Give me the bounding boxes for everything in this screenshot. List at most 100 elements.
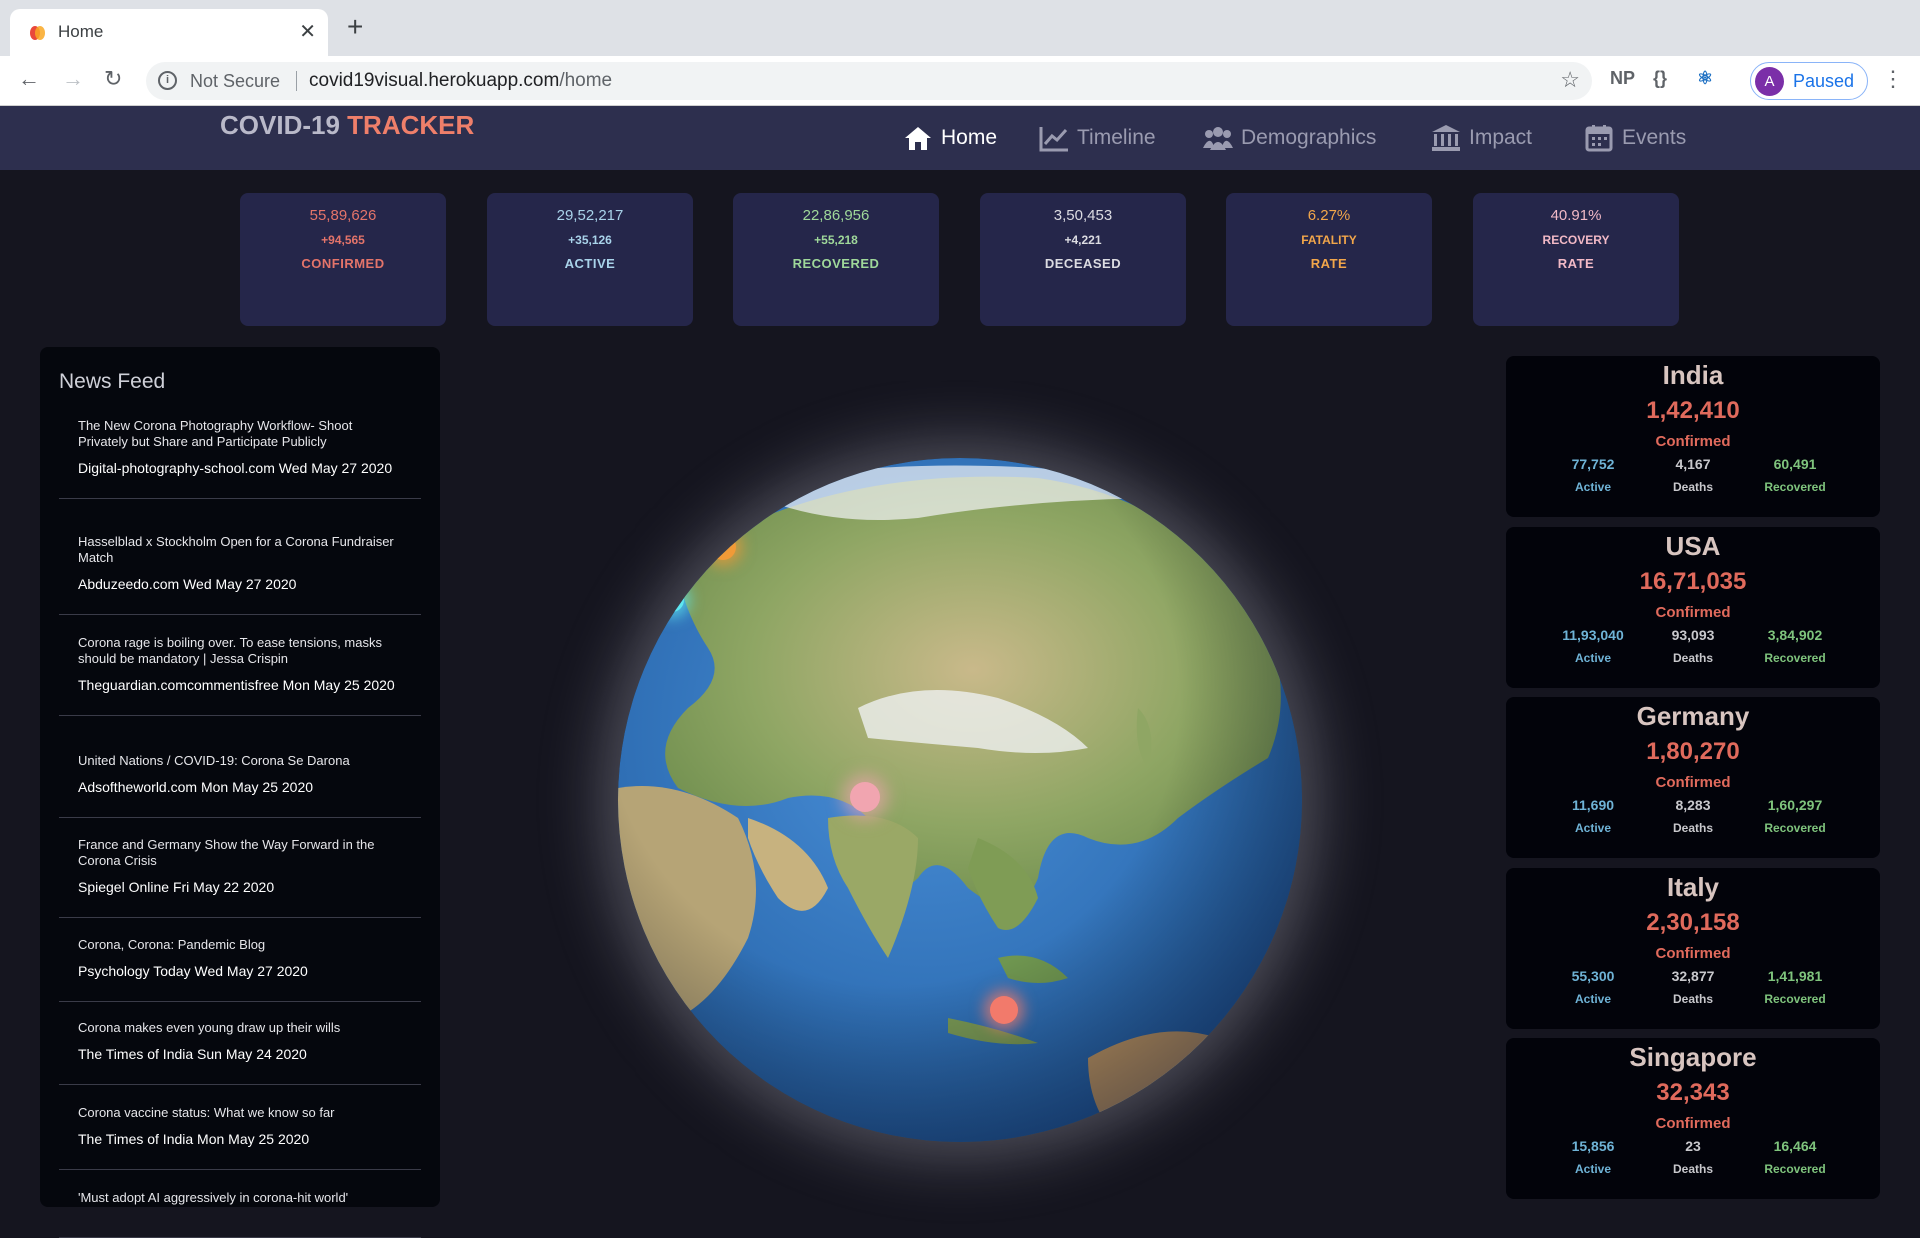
calendar-icon bbox=[1585, 125, 1613, 152]
tab-title: Home bbox=[58, 22, 104, 41]
stat-card: 6.27% FATALITY RATE bbox=[1226, 193, 1432, 326]
hotspot-cyan[interactable] bbox=[660, 588, 684, 612]
country-confirmed: 2,30,158 bbox=[1646, 909, 1740, 936]
forward-icon[interactable]: → bbox=[62, 66, 84, 92]
browser-tab-bar: Home ✕ + bbox=[0, 0, 1920, 56]
active-label: Active bbox=[1574, 821, 1612, 835]
news-item[interactable]: Corona, Corona: Pandemic Blog Psychology … bbox=[59, 937, 421, 1002]
react-extension-icon[interactable]: ⚛ bbox=[1697, 68, 1713, 89]
stat-card: 3,50,453 +4,221 DECEASED bbox=[980, 193, 1186, 326]
news-headline: United Nations / COVID-19: Corona Se Dar… bbox=[78, 753, 350, 768]
news-feed: News Feed The New Corona Photography Wor… bbox=[40, 347, 440, 1238]
news-headline: Corona, Corona: Pandemic Blog bbox=[78, 937, 266, 952]
news-headline: The New Corona Photography Workflow- Sho… bbox=[78, 418, 353, 449]
nav-impact[interactable]: Impact bbox=[1431, 120, 1532, 156]
deaths-label: Deaths bbox=[1672, 992, 1713, 1006]
country-deaths: 93,093 bbox=[1671, 627, 1715, 643]
country-card[interactable]: Germany 1,80,270 Confirmed 11,690 Active 8,28… bbox=[1506, 697, 1880, 858]
country-active: 55,300 bbox=[1571, 968, 1615, 984]
country-recovered: 3,84,902 bbox=[1767, 627, 1823, 643]
country-deaths: 23 bbox=[1685, 1138, 1701, 1154]
news-headline: 'Must adopt AI aggressively in corona-hi… bbox=[78, 1190, 349, 1205]
country-confirmed: 16,71,035 bbox=[1639, 568, 1747, 595]
country-active: 15,856 bbox=[1571, 1138, 1615, 1154]
news-headline: Hasselblad x Stockholm Open for a Corona… bbox=[78, 534, 394, 565]
menu-icon[interactable]: ⋮ bbox=[1882, 66, 1904, 92]
country-name: USA bbox=[1665, 531, 1721, 561]
browser-tab[interactable]: Home ✕ bbox=[10, 9, 328, 56]
country-confirmed: 1,42,410 bbox=[1646, 397, 1740, 424]
stat-delta: FATALITY bbox=[1301, 233, 1357, 247]
stat-label: DECEASED bbox=[1044, 256, 1122, 271]
news-headline: Corona makes even young draw up their wi… bbox=[78, 1020, 341, 1035]
close-tab-icon[interactable]: ✕ bbox=[299, 19, 316, 44]
news-source: Spiegel Online Fri May 22 2020 bbox=[78, 879, 275, 895]
stat-card: 22,86,956 +55,218 RECOVERED bbox=[733, 193, 939, 326]
globe[interactable] bbox=[618, 458, 1302, 1142]
news-item[interactable]: France and Germany Show the Way Forward … bbox=[59, 837, 421, 918]
stat-value: 40.91% bbox=[1550, 207, 1602, 224]
country-name: Italy bbox=[1666, 872, 1720, 902]
news-headline: Corona vaccine status: What we know so f… bbox=[78, 1105, 335, 1120]
url-text[interactable]: covid19visual.herokuapp.com/home bbox=[309, 70, 612, 92]
news-item[interactable]: The New Corona Photography Workflow- Sho… bbox=[59, 418, 421, 499]
news-item[interactable]: United Nations / COVID-19: Corona Se Dar… bbox=[59, 753, 421, 818]
news-item[interactable]: Corona vaccine status: What we know so f… bbox=[59, 1105, 421, 1170]
home-icon bbox=[905, 127, 931, 150]
profile-button[interactable]: A Paused bbox=[1750, 62, 1868, 100]
reload-icon[interactable]: ↻ bbox=[104, 66, 122, 92]
country-name: Germany bbox=[1636, 701, 1750, 731]
country-confirmed-label: Confirmed bbox=[1655, 774, 1731, 791]
news-headline: France and Germany Show the Way Forward … bbox=[78, 837, 375, 868]
bookmark-star-icon[interactable]: ☆ bbox=[1560, 67, 1580, 93]
recovered-label: Recovered bbox=[1764, 651, 1826, 665]
stat-delta: RECOVERY bbox=[1542, 233, 1610, 247]
country-recovered: 60,491 bbox=[1773, 456, 1817, 472]
deaths-label: Deaths bbox=[1672, 821, 1713, 835]
back-icon[interactable]: ← bbox=[18, 66, 40, 92]
news-source: The Times of India Mon May 25 2020 bbox=[78, 1131, 310, 1147]
hotspot-red[interactable] bbox=[990, 996, 1018, 1024]
country-name: Singapore bbox=[1629, 1042, 1757, 1072]
recovered-label: Recovered bbox=[1764, 480, 1826, 494]
news-item[interactable]: Hasselblad x Stockholm Open for a Corona… bbox=[59, 534, 421, 615]
country-active: 11,690 bbox=[1571, 797, 1615, 813]
active-label: Active bbox=[1574, 480, 1612, 494]
hotspot-orange[interactable] bbox=[710, 534, 736, 560]
country-recovered: 1,60,297 bbox=[1767, 797, 1823, 813]
recovered-label: Recovered bbox=[1764, 821, 1826, 835]
stat-value: 3,50,453 bbox=[1053, 207, 1113, 224]
country-card[interactable]: USA 16,71,035 Confirmed 11,93,040 Active 93,0… bbox=[1506, 527, 1880, 688]
json-extension-icon[interactable]: {} bbox=[1653, 68, 1667, 89]
info-icon[interactable]: i bbox=[158, 71, 177, 90]
news-item[interactable]: Corona makes even young draw up their wi… bbox=[59, 1020, 421, 1085]
hotspot-pink[interactable] bbox=[850, 782, 880, 812]
nav-timeline[interactable]: Timeline bbox=[1039, 120, 1156, 156]
new-tab-icon[interactable]: + bbox=[347, 13, 363, 41]
stat-delta: +4,221 bbox=[1064, 233, 1102, 247]
country-card[interactable]: India 1,42,410 Confirmed 77,752 Active 4,167 D… bbox=[1506, 356, 1880, 517]
country-name: India bbox=[1662, 360, 1724, 390]
app-logo[interactable]: COVID-19 TRACKER bbox=[220, 110, 474, 141]
nav-home[interactable]: Home bbox=[903, 120, 997, 156]
stat-card: 55,89,626 +94,565 CONFIRMED bbox=[240, 193, 446, 326]
news-headline: Corona rage is boiling over. To ease ten… bbox=[78, 635, 382, 666]
active-label: Active bbox=[1574, 651, 1612, 665]
news-source: Digital-photography-school.com Wed May 2… bbox=[78, 460, 393, 476]
address-bar[interactable]: i Not Secure covid19visual.herokuapp.com… bbox=[146, 62, 1592, 100]
country-deaths: 4,167 bbox=[1675, 456, 1711, 472]
nav-demographics[interactable]: Demographics bbox=[1203, 120, 1376, 156]
news-item[interactable]: 'Must adopt AI aggressively in corona-hi… bbox=[59, 1190, 421, 1238]
country-confirmed: 32,343 bbox=[1656, 1079, 1730, 1106]
np-extension-icon[interactable]: NP bbox=[1610, 68, 1635, 89]
country-recovered: 16,464 bbox=[1773, 1138, 1817, 1154]
news-item[interactable]: Corona rage is boiling over. To ease ten… bbox=[59, 635, 421, 716]
stat-card: 40.91% RECOVERY RATE bbox=[1473, 193, 1679, 326]
nav-events[interactable]: Events bbox=[1584, 120, 1686, 156]
country-card[interactable]: Singapore 32,343 Confirmed 15,856 Active 23 De… bbox=[1506, 1038, 1880, 1199]
stat-value: 29,52,217 bbox=[556, 207, 624, 224]
country-confirmed-label: Confirmed bbox=[1655, 1115, 1731, 1132]
country-confirmed-label: Confirmed bbox=[1655, 604, 1731, 621]
stat-label: RATE bbox=[1557, 256, 1595, 271]
country-card[interactable]: Italy 2,30,158 Confirmed 55,300 Active 32,877… bbox=[1506, 868, 1880, 1029]
